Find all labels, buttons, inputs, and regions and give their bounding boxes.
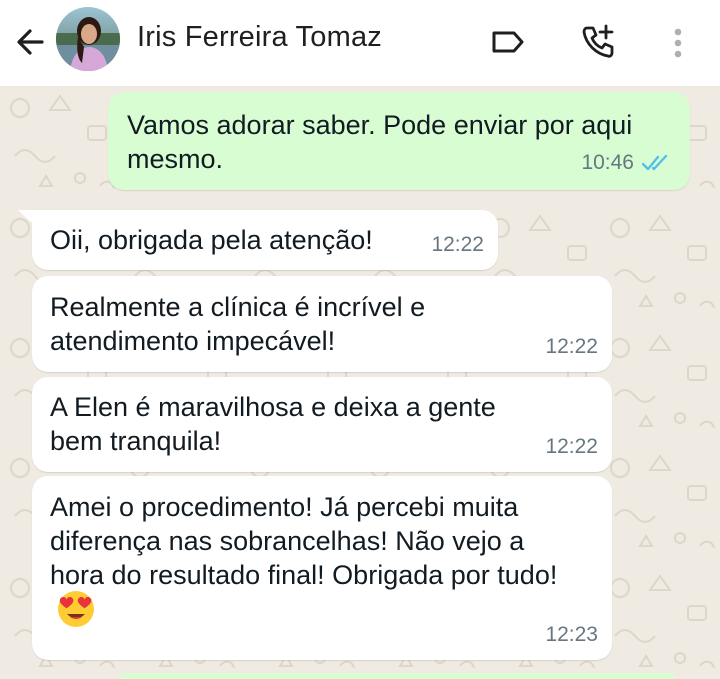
message-time: 12:22 xyxy=(545,335,598,358)
message-meta: 10:46 xyxy=(581,146,672,180)
add-call-icon[interactable] xyxy=(578,22,618,62)
more-vertical-icon[interactable] xyxy=(660,22,696,62)
incoming-message-bubble[interactable]: Realmente a clínica é incrível e atendim… xyxy=(32,276,612,372)
double-check-read-icon xyxy=(642,154,668,171)
message-time: 10:46 xyxy=(581,151,634,174)
incoming-message-bubble[interactable]: Oii, obrigada pela atenção! 12:22 xyxy=(32,210,498,270)
message-time: 12:22 xyxy=(545,435,598,458)
message-meta: 12:22 xyxy=(545,430,598,464)
message-time: 12:22 xyxy=(431,233,484,256)
message-meta: 12:23 xyxy=(545,618,598,652)
outgoing-message-bubble-partial[interactable] xyxy=(118,673,678,679)
incoming-message-bubble[interactable]: Amei o procedimento! Já percebi muita di… xyxy=(32,476,612,660)
heart-eyes-emoji xyxy=(58,591,94,627)
chat-header: Iris Ferreira Tomaz xyxy=(0,0,720,86)
contact-name[interactable]: Iris Ferreira Tomaz xyxy=(137,21,382,54)
incoming-message-bubble[interactable]: A Elen é maravilhosa e deixa a gente bem… xyxy=(32,377,612,472)
message-text: Vamos adorar saber. Pode enviar por aqui… xyxy=(127,110,633,174)
message-text-content: Amei o procedimento! Já percebi muita di… xyxy=(50,492,558,590)
message-meta: 12:22 xyxy=(545,330,598,364)
message-time: 12:23 xyxy=(545,623,598,646)
message-text: Oii, obrigada pela atenção! xyxy=(50,225,373,255)
label-icon[interactable] xyxy=(488,22,528,62)
chat-area[interactable]: Vamos adorar saber. Pode enviar por aqui… xyxy=(0,86,720,679)
outgoing-message-bubble[interactable]: Vamos adorar saber. Pode enviar por aqui… xyxy=(108,92,690,190)
message-meta: 12:22 xyxy=(431,228,484,262)
avatar[interactable] xyxy=(56,7,120,71)
back-arrow-icon[interactable] xyxy=(12,22,52,62)
message-text: Amei o procedimento! Já percebi muita di… xyxy=(50,490,575,632)
message-text: A Elen é maravilhosa e deixa a gente bem… xyxy=(50,392,496,456)
message-text: Realmente a clínica é incrível e atendim… xyxy=(50,292,426,356)
